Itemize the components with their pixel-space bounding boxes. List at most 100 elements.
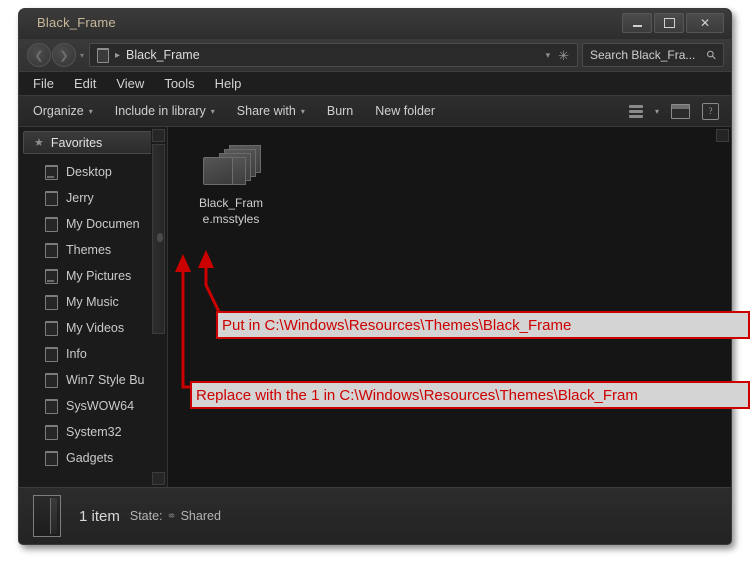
toolbar-organize-button[interactable]: Organize ▾ bbox=[33, 104, 93, 118]
item-count-label: 1 item bbox=[79, 507, 120, 525]
sidebar-item-label: Info bbox=[66, 347, 87, 361]
sidebar-item-desktop[interactable]: Desktop bbox=[19, 159, 167, 185]
minimize-button[interactable] bbox=[622, 13, 652, 33]
forward-button[interactable]: ❯ bbox=[52, 43, 76, 67]
sidebar-item-label: Desktop bbox=[66, 165, 112, 179]
toolbar-include-in-library-label: Include in library bbox=[114, 104, 206, 118]
preview-pane-icon[interactable] bbox=[671, 103, 690, 119]
sidebar-scrollbar[interactable] bbox=[151, 127, 166, 487]
sidebar-item-my-music[interactable]: My Music bbox=[19, 289, 167, 315]
chevron-down-icon: ▾ bbox=[210, 106, 215, 116]
menu-item-help[interactable]: Help bbox=[215, 76, 242, 91]
explorer-window: Black_Frame ✕ ❮ ❯ ▾ ▸ Black_Frame ▾ ✳ Se… bbox=[18, 8, 732, 545]
scroll-down-button[interactable] bbox=[152, 472, 165, 485]
file-pane-scroll-button[interactable] bbox=[716, 129, 729, 142]
sidebar-item-label: Win7 Style Bu bbox=[66, 373, 145, 387]
sidebar-item-label: SysWOW64 bbox=[66, 399, 135, 413]
back-icon: ❮ bbox=[34, 49, 44, 62]
maximize-icon bbox=[663, 18, 675, 28]
toolbar-share-with-button[interactable]: Share with ▾ bbox=[237, 104, 305, 118]
menu-item-edit[interactable]: Edit bbox=[74, 76, 96, 91]
folder-icon bbox=[45, 190, 58, 206]
toolbar-share-with-label: Share with bbox=[236, 104, 296, 118]
annotation-replace-path: Replace with the 1 in C:\Windows\Resourc… bbox=[190, 381, 750, 409]
toolbar-new-folder-label: New folder bbox=[375, 104, 436, 118]
history-dropdown-icon[interactable]: ▾ bbox=[80, 51, 84, 60]
sidebar-item-system32[interactable]: System32 bbox=[19, 419, 167, 445]
minimize-icon bbox=[632, 25, 642, 27]
folder-icon bbox=[45, 450, 58, 466]
toolbar-burn-button[interactable]: Burn bbox=[327, 104, 353, 118]
menu-bar: File Edit View Tools Help bbox=[19, 71, 731, 96]
sidebar-item-my-pictures[interactable]: My Pictures bbox=[19, 263, 167, 289]
sidebar-list: Desktop Jerry My Documen Themes My Pictu… bbox=[19, 156, 167, 471]
command-toolbar: Organize ▾ Include in library ▾ Share wi… bbox=[19, 96, 731, 127]
toolbar-organize-label: Organize bbox=[33, 104, 84, 118]
folder-icon bbox=[45, 424, 58, 440]
sidebar-item-info[interactable]: Info bbox=[19, 341, 167, 367]
close-button[interactable]: ✕ bbox=[686, 13, 724, 33]
address-bar-row: ❮ ❯ ▾ ▸ Black_Frame ▾ ✳ Search Black_Fra… bbox=[19, 39, 731, 71]
breadcrumb-separator-icon: ▸ bbox=[115, 49, 121, 61]
sidebar-item-label: Favorites bbox=[50, 135, 103, 150]
screenshot-root: Black_Frame ✕ ❮ ❯ ▾ ▸ Black_Frame ▾ ✳ Se… bbox=[0, 0, 750, 565]
title-bar[interactable]: Black_Frame ✕ bbox=[19, 9, 731, 39]
folder-icon bbox=[45, 242, 58, 258]
search-input[interactable]: Search Black_Fra... ⚲ bbox=[582, 43, 724, 67]
sidebar-item-themes[interactable]: Themes bbox=[19, 237, 167, 263]
toolbar-include-in-library-button[interactable]: Include in library ▾ bbox=[115, 104, 215, 118]
sidebar-item-label: My Videos bbox=[66, 321, 125, 335]
star-icon: ★ bbox=[34, 137, 44, 149]
folder-icon bbox=[45, 398, 58, 414]
breadcrumb-black-frame[interactable]: Black_Frame bbox=[126, 48, 200, 62]
sidebar-item-label: System32 bbox=[66, 425, 122, 439]
help-icon[interactable]: ? bbox=[702, 102, 719, 120]
annotation-put-in-path: Put in C:\Windows\Resources\Themes\Black… bbox=[216, 311, 750, 339]
folder-icon bbox=[45, 164, 58, 180]
folder-icon bbox=[45, 294, 58, 310]
scrollbar-thumb[interactable] bbox=[152, 144, 165, 334]
sidebar-item-favorites[interactable]: ★ Favorites bbox=[23, 131, 163, 154]
refresh-icon[interactable]: ✳ bbox=[558, 49, 569, 62]
chevron-down-icon[interactable]: ▾ bbox=[546, 50, 551, 61]
sidebar-item-my-videos[interactable]: My Videos bbox=[19, 315, 167, 341]
folder-icon bbox=[45, 268, 58, 284]
menu-item-file[interactable]: File bbox=[33, 76, 54, 91]
window-title: Black_Frame bbox=[37, 15, 116, 30]
maximize-button[interactable] bbox=[654, 13, 684, 33]
sidebar-item-label: My Documen bbox=[66, 217, 140, 231]
folder-icon bbox=[97, 47, 109, 63]
shared-value-label: Shared bbox=[180, 509, 221, 523]
folder-icon bbox=[45, 372, 58, 388]
address-bar[interactable]: ▸ Black_Frame ▾ ✳ bbox=[89, 43, 578, 67]
sidebar-item-win7-style-builder[interactable]: Win7 Style Bu bbox=[19, 367, 167, 393]
scrollbar-grip-icon bbox=[157, 233, 163, 242]
change-view-icon[interactable] bbox=[628, 104, 643, 118]
shared-icon: ⚭ bbox=[166, 509, 177, 523]
sidebar-item-jerry[interactable]: Jerry bbox=[19, 185, 167, 211]
file-item-label: Black_Frame.msstyles bbox=[198, 196, 263, 226]
file-list-pane[interactable]: Black_Frame.msstyles bbox=[168, 127, 731, 487]
navigation-pane: ★ Favorites Desktop Jerry My Documen The… bbox=[19, 127, 168, 487]
sidebar-item-syswow64[interactable]: SysWOW64 bbox=[19, 393, 167, 419]
close-icon: ✕ bbox=[699, 16, 711, 30]
menu-item-tools[interactable]: Tools bbox=[164, 76, 194, 91]
toolbar-new-folder-button[interactable]: New folder bbox=[375, 104, 435, 118]
open-folder-icon bbox=[33, 495, 61, 537]
search-icon[interactable]: ⚲ bbox=[704, 47, 720, 63]
chevron-down-icon[interactable]: ▾ bbox=[655, 107, 659, 116]
toolbar-right-controls: ▾ ? bbox=[628, 102, 731, 120]
window-controls: ✕ bbox=[622, 13, 724, 33]
back-button[interactable]: ❮ bbox=[27, 43, 51, 67]
navigation-buttons: ❮ ❯ ▾ bbox=[27, 43, 84, 67]
content-area: ★ Favorites Desktop Jerry My Documen The… bbox=[19, 127, 731, 487]
sidebar-item-my-documents[interactable]: My Documen bbox=[19, 211, 167, 237]
chevron-down-icon: ▾ bbox=[88, 106, 93, 116]
sidebar-item-label: Gadgets bbox=[66, 451, 114, 465]
sidebar-item-gadgets[interactable]: Gadgets bbox=[19, 445, 167, 471]
search-input-value: Search Black_Fra... bbox=[590, 48, 696, 62]
menu-item-view[interactable]: View bbox=[116, 76, 144, 91]
file-item-black-frame-msstyles[interactable]: Black_Frame.msstyles bbox=[192, 139, 270, 261]
scroll-up-button[interactable] bbox=[152, 129, 165, 142]
msstyles-stack-icon bbox=[203, 145, 261, 189]
